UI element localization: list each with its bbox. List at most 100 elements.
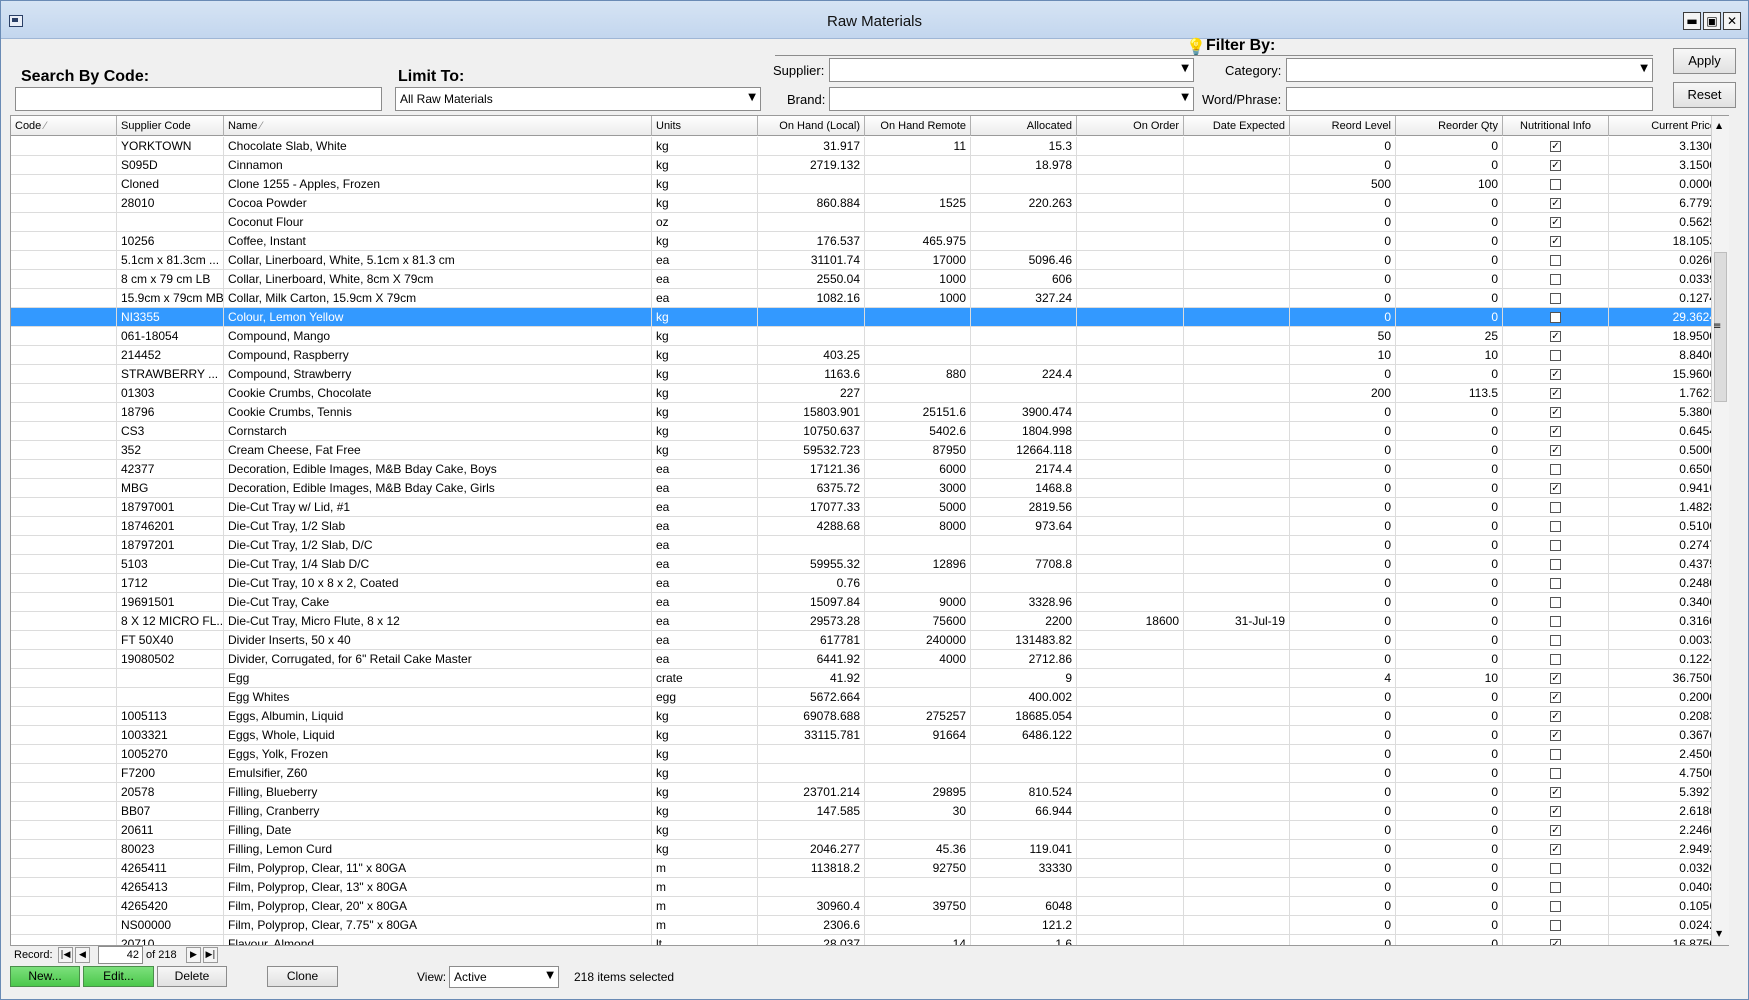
nutritional-info-checkbox[interactable]: ✓ <box>1550 217 1561 228</box>
table-row[interactable]: 214452 Compound, Raspberry kg 403.25 10 10 8.8… <box>11 346 1728 365</box>
table-row[interactable]: 20578 Filling, Blueberry kg 23701.214 29895 8… <box>11 783 1728 802</box>
nutritional-info-checkbox[interactable] <box>1550 920 1561 931</box>
table-row[interactable]: 18797201 Die-Cut Tray, 1/2 Slab, D/C ea 0 0 0… <box>11 536 1728 555</box>
table-row[interactable]: STRAWBERRY ... Compound, Strawberry kg 1163… <box>11 365 1728 384</box>
title-bar[interactable]: Raw Materials ▬ ▣ ✕ <box>1 1 1748 39</box>
raw-materials-grid[interactable]: Code ⁄ Supplier Code Name ⁄ Units On Hand (L… <box>10 115 1729 946</box>
table-row[interactable]: 4265420 Film, Polyprop, Clear, 20" x 80GA… <box>11 897 1728 916</box>
table-row[interactable]: 061-18054 Compound, Mango kg 50 25 ✓ 18.9500 <box>11 327 1728 346</box>
nutritional-info-checkbox[interactable] <box>1550 521 1561 532</box>
table-row[interactable]: FT 50X40 Divider Inserts, 50 x 40 ea 617781… <box>11 631 1728 650</box>
nutritional-info-checkbox[interactable] <box>1550 597 1561 608</box>
search-by-code-input[interactable] <box>15 87 382 111</box>
table-row[interactable]: 10256 Coffee, Instant kg 176.537 465.975 0 0 ✓ 1… <box>11 232 1728 251</box>
nutritional-info-checkbox[interactable]: ✓ <box>1550 806 1561 817</box>
nutritional-info-checkbox[interactable]: ✓ <box>1550 844 1561 855</box>
table-row[interactable]: 8 X 12 MICRO FL... Die-Cut Tray, Micro Fl… <box>11 612 1728 631</box>
table-row[interactable]: 5.1cm x 81.3cm ... Collar, Linerboard, Wh… <box>11 251 1728 270</box>
limit-to-select[interactable]: All Raw Materials ▼ <box>395 87 761 111</box>
nutritional-info-checkbox[interactable]: ✓ <box>1550 673 1561 684</box>
nutritional-info-checkbox[interactable]: ✓ <box>1550 939 1561 945</box>
nutritional-info-checkbox[interactable] <box>1550 464 1561 475</box>
nutritional-info-checkbox[interactable]: ✓ <box>1550 198 1561 209</box>
category-select[interactable]: ▼ <box>1286 58 1653 82</box>
table-row[interactable]: Cloned Clone 1255 - Apples, Frozen kg 500 10… <box>11 175 1728 194</box>
nutritional-info-checkbox[interactable] <box>1550 255 1561 266</box>
table-row[interactable]: NS00000 Film, Polyprop, Clear, 7.75" x 80… <box>11 916 1728 935</box>
nutritional-info-checkbox[interactable]: ✓ <box>1550 825 1561 836</box>
nutritional-info-checkbox[interactable] <box>1550 350 1561 361</box>
table-row[interactable]: YORKTOWN Chocolate Slab, White kg 31.917 11 1… <box>11 137 1728 156</box>
table-row[interactable]: Egg crate 41.92 9 4 10 ✓ 36.7500 <box>11 669 1728 688</box>
nutritional-info-checkbox[interactable] <box>1550 559 1561 570</box>
table-row[interactable]: 4265413 Film, Polyprop, Clear, 13" x 80GA… <box>11 878 1728 897</box>
current-record-input[interactable]: 42 <box>98 946 143 964</box>
table-row[interactable]: NI3355 Colour, Lemon Yellow kg 0 0 29.3624 <box>11 308 1728 327</box>
table-row[interactable]: Egg Whites egg 5672.664 400.002 0 0 ✓ 0.2000 <box>11 688 1728 707</box>
scroll-down-icon[interactable]: ▼ <box>1716 929 1722 938</box>
supplier-select[interactable]: ▼ <box>829 58 1194 82</box>
table-row[interactable]: 1712 Die-Cut Tray, 10 x 8 x 2, Coated ea 0.… <box>11 574 1728 593</box>
table-row[interactable]: MBG Decoration, Edible Images, M&B Bday C… <box>11 479 1728 498</box>
table-row[interactable]: 20611 Filling, Date kg 0 0 ✓ 2.2460 <box>11 821 1728 840</box>
nutritional-info-checkbox[interactable] <box>1550 502 1561 513</box>
column-header[interactable]: Nutritional Info <box>1503 116 1609 136</box>
view-select[interactable]: Active ▼ <box>449 966 559 988</box>
nutritional-info-checkbox[interactable]: ✓ <box>1550 692 1561 703</box>
table-row[interactable]: 18746201 Die-Cut Tray, 1/2 Slab ea 4288.68 8… <box>11 517 1728 536</box>
nutritional-info-checkbox[interactable] <box>1550 635 1561 646</box>
nutritional-info-checkbox[interactable] <box>1550 293 1561 304</box>
column-header[interactable]: Reorder Qty <box>1396 116 1503 136</box>
brand-select[interactable]: ▼ <box>829 87 1194 111</box>
apply-button[interactable]: Apply <box>1673 48 1736 74</box>
table-row[interactable]: 42377 Decoration, Edible Images, M&B Bday… <box>11 460 1728 479</box>
nutritional-info-checkbox[interactable]: ✓ <box>1550 160 1561 171</box>
nutritional-info-checkbox[interactable] <box>1550 882 1561 893</box>
table-row[interactable]: 80023 Filling, Lemon Curd kg 2046.277 45.36 1… <box>11 840 1728 859</box>
last-record-icon[interactable]: ▶| <box>203 947 218 963</box>
table-row[interactable]: 18797001 Die-Cut Tray w/ Lid, #1 ea 17077.3… <box>11 498 1728 517</box>
nutritional-info-checkbox[interactable]: ✓ <box>1550 236 1561 247</box>
nutritional-info-checkbox[interactable] <box>1550 749 1561 760</box>
previous-record-icon[interactable]: ◀ <box>75 947 90 963</box>
table-row[interactable]: 20710 Flavour, Almond lt 28.037 14 1.6 0 0 ✓ 16.8… <box>11 935 1728 945</box>
column-header[interactable]: Code ⁄ <box>11 116 117 136</box>
minimize-button[interactable]: ▬ <box>1683 12 1701 30</box>
nutritional-info-checkbox[interactable]: ✓ <box>1550 711 1561 722</box>
nutritional-info-checkbox[interactable] <box>1550 540 1561 551</box>
table-row[interactable]: BB07 Filling, Cranberry kg 147.585 30 66.944 0… <box>11 802 1728 821</box>
table-row[interactable]: 1005270 Eggs, Yolk, Frozen kg 0 0 2.4500 <box>11 745 1728 764</box>
table-row[interactable]: 19691501 Die-Cut Tray, Cake ea 15097.84 9000… <box>11 593 1728 612</box>
table-row[interactable]: 28010 Cocoa Powder kg 860.884 1525 220.263 0 0 ✓… <box>11 194 1728 213</box>
delete-button[interactable]: Delete <box>157 966 227 987</box>
nutritional-info-checkbox[interactable]: ✓ <box>1550 426 1561 437</box>
table-row[interactable]: 15.9cm x 79cm MB Collar, Milk Carton, 15.… <box>11 289 1728 308</box>
next-record-icon[interactable]: ▶ <box>186 947 201 963</box>
table-row[interactable]: F7200 Emulsifier, Z60 kg 0 0 4.7500 <box>11 764 1728 783</box>
nutritional-info-checkbox[interactable]: ✓ <box>1550 407 1561 418</box>
nutritional-info-checkbox[interactable] <box>1550 312 1561 323</box>
column-header[interactable]: On Hand (Local) <box>758 116 865 136</box>
nutritional-info-checkbox[interactable] <box>1550 901 1561 912</box>
table-row[interactable]: 1005113 Eggs, Albumin, Liquid kg 69078.688 2… <box>11 707 1728 726</box>
column-header[interactable]: Current Price <box>1609 116 1721 136</box>
column-header[interactable]: Date Expected <box>1184 116 1290 136</box>
table-row[interactable]: 1003321 Eggs, Whole, Liquid kg 33115.781 916… <box>11 726 1728 745</box>
nutritional-info-checkbox[interactable] <box>1550 274 1561 285</box>
maximize-button[interactable]: ▣ <box>1703 12 1721 30</box>
nutritional-info-checkbox[interactable] <box>1550 578 1561 589</box>
column-header[interactable]: On Hand Remote <box>865 116 971 136</box>
nutritional-info-checkbox[interactable] <box>1550 179 1561 190</box>
column-header[interactable]: On Order <box>1077 116 1184 136</box>
column-header[interactable]: Reord Level <box>1290 116 1396 136</box>
column-header[interactable]: Supplier Code <box>117 116 224 136</box>
nutritional-info-checkbox[interactable] <box>1550 616 1561 627</box>
nutritional-info-checkbox[interactable]: ✓ <box>1550 369 1561 380</box>
table-row[interactable]: S095D Cinnamon kg 2719.132 18.978 0 0 ✓ 3.1500 <box>11 156 1728 175</box>
nutritional-info-checkbox[interactable] <box>1550 654 1561 665</box>
reset-button[interactable]: Reset <box>1673 82 1736 108</box>
nutritional-info-checkbox[interactable]: ✓ <box>1550 141 1561 152</box>
column-header[interactable]: Name ⁄ <box>224 116 652 136</box>
word-phrase-input[interactable] <box>1286 87 1653 111</box>
first-record-icon[interactable]: |◀ <box>58 947 73 963</box>
